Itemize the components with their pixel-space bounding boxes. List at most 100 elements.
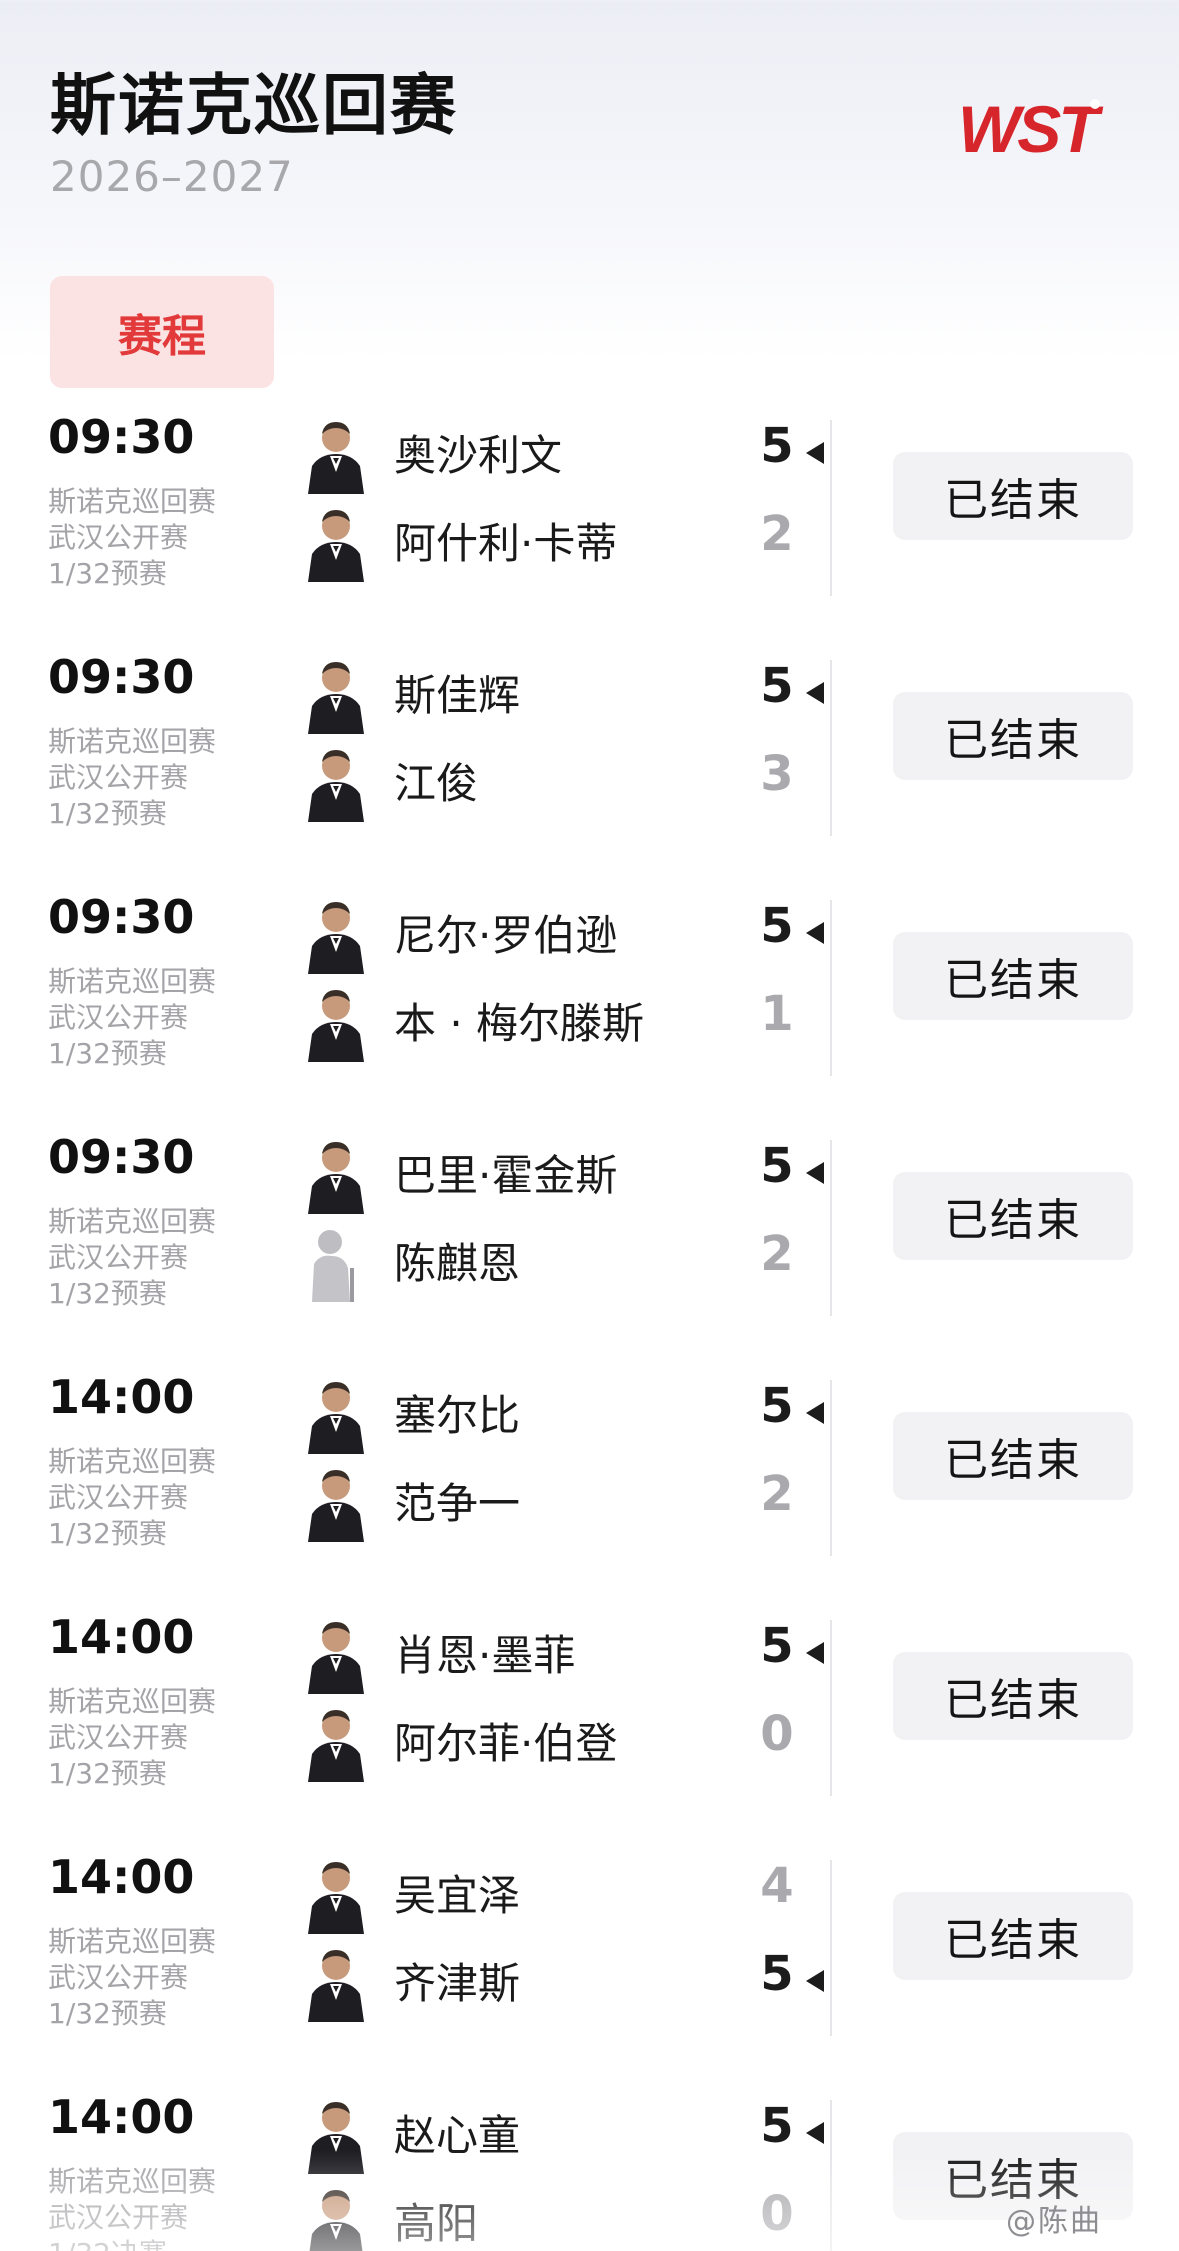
page-title: 斯诺克巡回赛: [50, 67, 458, 144]
player-avatar: [300, 1464, 370, 1542]
divider: [830, 660, 832, 836]
match-row[interactable]: 14:00斯诺克巡回赛武汉公开赛1/32决赛赵心童5高阳0已结束: [0, 2080, 1179, 2251]
player-avatar: [300, 1376, 370, 1454]
match-row[interactable]: 09:30 斯诺克巡回赛 武汉公开赛 1/32预赛 奥沙利文 5 阿什利·卡蒂 2 已结束: [0, 400, 1179, 640]
match-meta-line: 斯诺克巡回赛: [48, 1925, 217, 1958]
status-button[interactable]: 已结束: [893, 452, 1133, 540]
divider: [830, 2100, 832, 2251]
divider: [830, 900, 832, 1076]
player-score: 5: [760, 1618, 794, 1674]
match-row[interactable]: 09:30 斯诺克巡回赛 武汉公开赛 1/32预赛 斯佳辉 5 江俊 3 已结束: [0, 640, 1179, 880]
player-avatar: [300, 1616, 370, 1694]
match-meta-line: 斯诺克巡回赛: [48, 2165, 217, 2198]
player-avatar: [300, 504, 370, 582]
player-avatar: [300, 656, 370, 734]
status-button[interactable]: 已结束: [893, 1652, 1133, 1740]
player-score: 2: [760, 1466, 794, 1522]
status-button[interactable]: 已结束: [893, 1892, 1133, 1980]
match-row[interactable]: 14:00 斯诺克巡回赛 武汉公开赛 1/32预赛 肖恩·墨菲 5 阿尔菲·伯登 0 已结束: [0, 1600, 1179, 1840]
match-meta: 斯诺克巡回赛 武汉公开赛 1/32预赛: [48, 1204, 216, 1312]
match-meta-line: 武汉公开赛: [48, 2201, 189, 2234]
match-time: 09:30: [48, 890, 195, 944]
player-score: 0: [760, 1706, 794, 1762]
winner-arrow-icon: [806, 682, 824, 704]
match-meta: 斯诺克巡回赛武汉公开赛 1/32决赛: [48, 2164, 216, 2251]
player-score: 1: [760, 986, 794, 1042]
match-time: 09:30: [48, 650, 195, 704]
divider: [830, 1860, 832, 2036]
svg-text:WST: WST: [958, 92, 1103, 160]
match-row[interactable]: 09:30 斯诺克巡回赛 武汉公开赛 1/32预赛 尼尔·罗伯逊 5 本 · 梅尔滕斯 1 已结…: [0, 880, 1179, 1120]
tab-schedule[interactable]: 赛程: [50, 276, 274, 388]
winner-arrow-icon: [806, 1970, 824, 1992]
player-score: 5: [760, 898, 794, 954]
match-row[interactable]: 09:30 斯诺克巡回赛 武汉公开赛 1/32预赛 巴里·霍金斯 5 陈麒恩 2 已结束: [0, 1120, 1179, 1360]
match-meta: 斯诺克巡回赛 武汉公开赛 1/32预赛: [48, 724, 216, 832]
match-meta-line: 武汉公开赛: [48, 1721, 189, 1754]
match-meta-line: 斯诺克巡回赛: [48, 725, 217, 758]
player-avatar: [300, 984, 370, 1062]
player-name: 塞尔比: [394, 1391, 521, 1440]
match-row[interactable]: 14:00 斯诺克巡回赛 武汉公开赛 1/32预赛 吴宜泽 4 齐津斯 5 已结束: [0, 1840, 1179, 2080]
player-name: 高阳: [394, 2199, 479, 2248]
match-meta: 斯诺克巡回赛 武汉公开赛 1/32预赛: [48, 1444, 216, 1552]
match-meta-line: 武汉公开赛: [48, 1241, 189, 1274]
match-time: 09:30: [48, 410, 195, 464]
player-score: 5: [760, 1378, 794, 1434]
page-header: 斯诺克巡回赛 2026–2027 WST 赛程: [0, 0, 1179, 400]
player-name: 范争一: [394, 1479, 521, 1528]
match-meta-line: 斯诺克巡回赛: [48, 1205, 217, 1238]
player-name: 陈麒恩: [394, 1239, 521, 1288]
match-meta-line: 斯诺克巡回赛: [48, 485, 217, 518]
player-score: 0: [760, 2186, 794, 2242]
divider: [830, 1380, 832, 1556]
match-time: 14:00: [48, 1850, 195, 1904]
player-avatar: [300, 2096, 370, 2174]
match-meta-line: 武汉公开赛: [48, 1961, 189, 1994]
match-meta-line: 1/32决赛: [48, 2236, 216, 2251]
divider: [830, 1140, 832, 1316]
player-name: 江俊: [394, 759, 479, 808]
player-score: 5: [760, 658, 794, 714]
watermark: @陈曲: [1006, 2204, 1102, 2239]
player-avatar: [300, 744, 370, 822]
player-name: 阿什利·卡蒂: [394, 519, 618, 568]
status-button[interactable]: 已结束: [893, 1172, 1133, 1260]
match-time: 09:30: [48, 1130, 195, 1184]
player-score: 2: [760, 506, 794, 562]
player-name: 尼尔·罗伯逊: [394, 911, 618, 960]
winner-arrow-icon: [806, 442, 824, 464]
status-button[interactable]: 已结束: [893, 932, 1133, 1020]
player-avatar: [300, 1224, 370, 1302]
player-name: 阿尔菲·伯登: [394, 1719, 618, 1768]
divider: [830, 420, 832, 596]
match-time: 14:00: [48, 1610, 195, 1664]
divider: [830, 1620, 832, 1796]
winner-arrow-icon: [806, 922, 824, 944]
player-avatar: [300, 1704, 370, 1782]
winner-arrow-icon: [806, 1642, 824, 1664]
match-meta-line: 武汉公开赛: [48, 521, 189, 554]
match-meta-line: 斯诺克巡回赛: [48, 965, 217, 998]
match-meta-line: 1/32预赛: [48, 1517, 167, 1550]
player-name: 斯佳辉: [394, 671, 521, 720]
match-meta-line: 1/32预赛: [48, 797, 167, 830]
match-meta-line: 1/32预赛: [48, 1037, 167, 1070]
player-avatar: [300, 1136, 370, 1214]
player-name: 齐津斯: [394, 1959, 521, 2008]
match-meta-line: 武汉公开赛: [48, 1481, 189, 1514]
status-button[interactable]: 已结束: [893, 692, 1133, 780]
wst-logo: WST: [958, 92, 1106, 160]
match-time: 14:00: [48, 2090, 195, 2144]
player-avatar: [300, 896, 370, 974]
match-meta-line: 1/32预赛: [48, 557, 167, 590]
season-label: 2026–2027: [50, 152, 294, 201]
player-name: 赵心童: [394, 2111, 521, 2160]
match-row[interactable]: 14:00 斯诺克巡回赛 武汉公开赛 1/32预赛 塞尔比 5 范争一 2 已结束: [0, 1360, 1179, 1600]
match-meta-line: 1/32预赛: [48, 1997, 167, 2030]
status-button[interactable]: 已结束: [893, 1412, 1133, 1500]
match-meta-line: 1/32预赛: [48, 1757, 167, 1790]
player-score: 5: [760, 2098, 794, 2154]
match-meta: 斯诺克巡回赛 武汉公开赛 1/32预赛: [48, 484, 216, 592]
player-score: 5: [760, 1138, 794, 1194]
